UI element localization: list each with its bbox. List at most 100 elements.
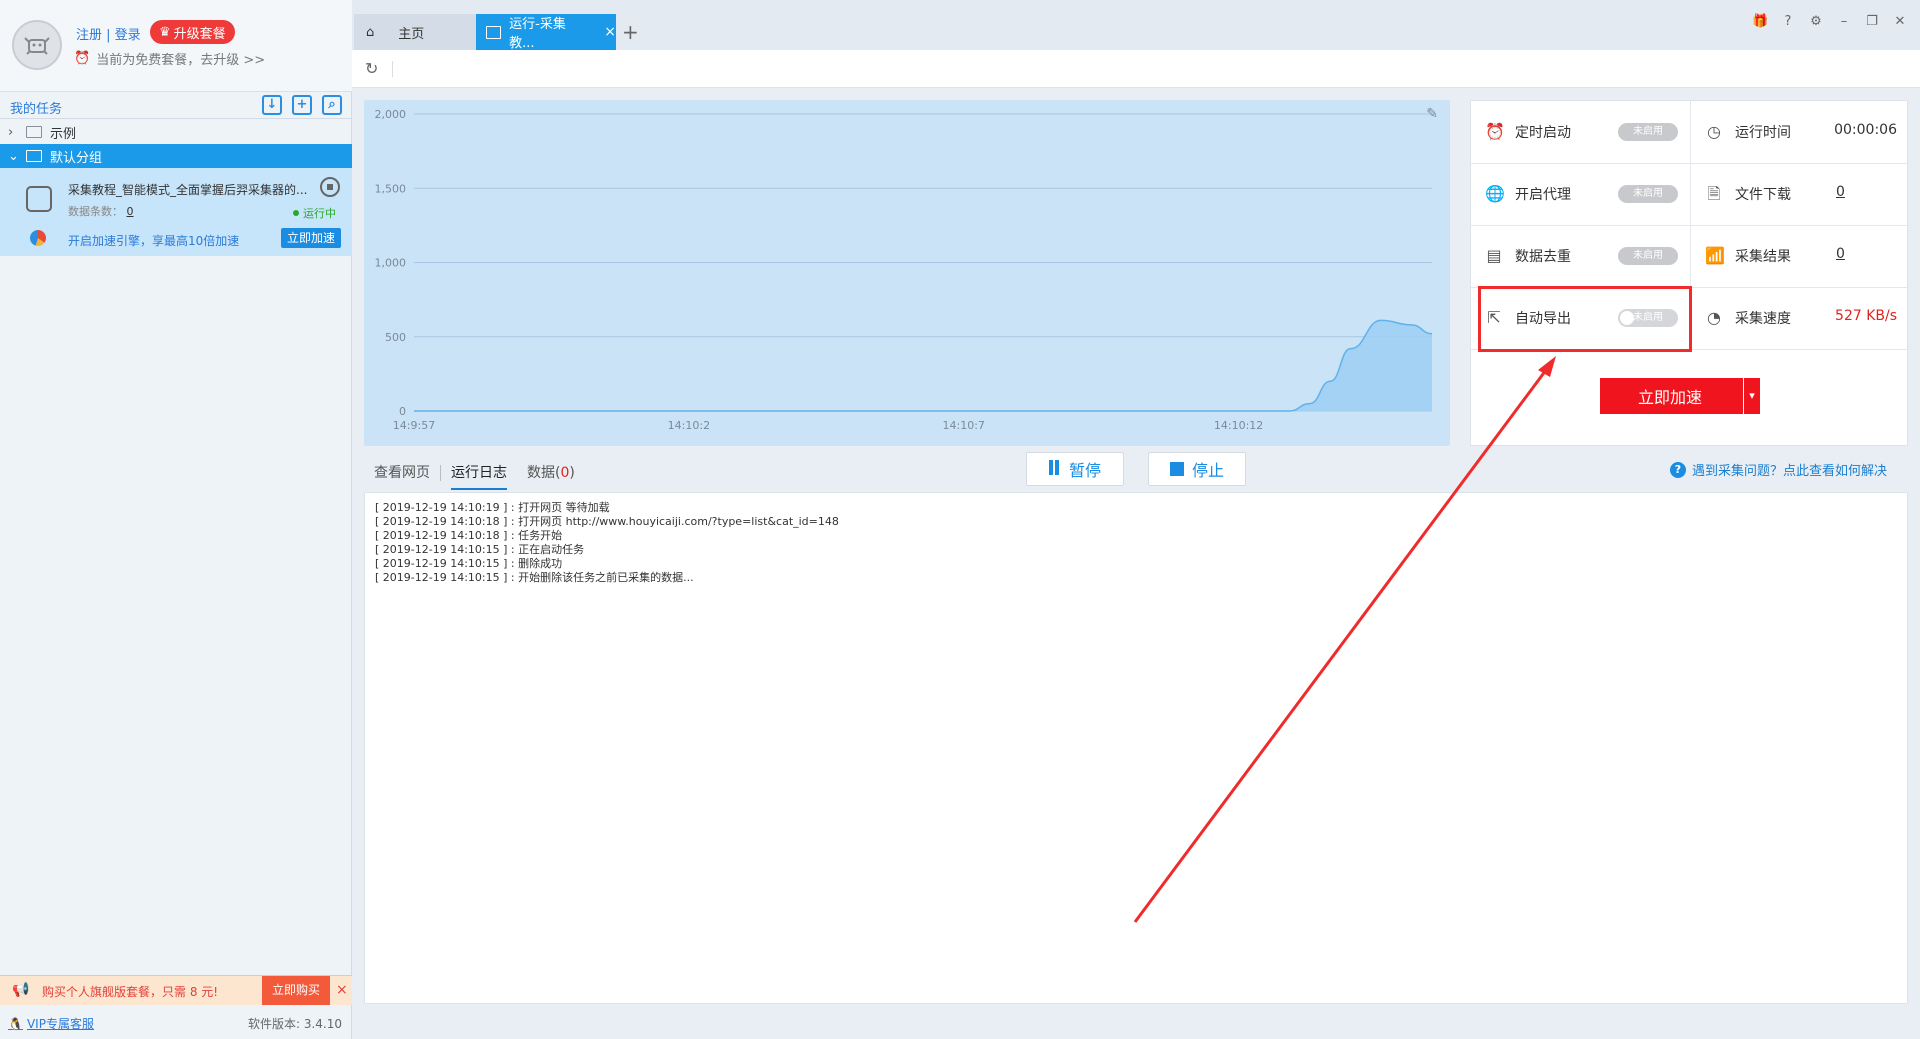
count-value[interactable]: 0 bbox=[127, 205, 134, 218]
chevron-down-icon[interactable]: ▾ bbox=[1743, 378, 1760, 414]
promo-bar: 📢 购买个人旗舰版套餐，只需 8 元! 立即购买 × bbox=[0, 975, 352, 1005]
task-accelerate-button[interactable]: 立即加速 bbox=[281, 228, 342, 248]
speed-promo-text[interactable]: 开启加速引擎，享最高10倍加速 bbox=[68, 232, 239, 249]
tab-view-page[interactable]: 查看网页 bbox=[364, 456, 440, 490]
speed-gauge-icon bbox=[30, 230, 46, 246]
proxy-toggle[interactable]: 未启用 bbox=[1618, 185, 1678, 203]
buy-now-button[interactable]: 立即购买 bbox=[262, 976, 330, 1005]
my-tasks-title: 我的任务 bbox=[10, 102, 63, 117]
chart-svg: 0 500 1,000 1,500 2,000 14:9:57 14:10:2 14:10:7… bbox=[375, 108, 1433, 432]
group-label: 示例 bbox=[50, 126, 77, 142]
status-badge: 运行中 bbox=[293, 205, 336, 221]
tab-bar: ⌂ 主页 运行-采集教... × + 🎁 ? ⚙ – ❐ ✕ bbox=[352, 0, 1920, 51]
y-tick-label: 0 bbox=[399, 405, 406, 418]
pause-label: 暂停 bbox=[1068, 461, 1101, 480]
megaphone-icon: 📢 bbox=[12, 982, 30, 998]
speed-cell: ◔ 采集速度 527 KB/s bbox=[1691, 287, 1909, 349]
tab-label: 主页 bbox=[398, 26, 425, 42]
y-tick-label: 500 bbox=[385, 331, 406, 344]
task-data-count: 数据条数： 0 bbox=[68, 203, 134, 219]
tasks-header: 我的任务 ↓ + ⌕ bbox=[0, 93, 352, 119]
promo-text: 购买个人旗舰版套餐，只需 8 元! bbox=[42, 985, 219, 999]
file-download-value[interactable]: 0 bbox=[1836, 184, 1845, 200]
plan-note[interactable]: ⏰ 当前为免费套餐，去升级 >> bbox=[74, 49, 265, 68]
tab-run-log[interactable]: 运行日志 bbox=[441, 456, 517, 490]
dedupe-cell: ▤ 数据去重 未启用 bbox=[1471, 225, 1690, 287]
accelerate-button[interactable]: 立即加速 ▾ bbox=[1600, 378, 1760, 414]
tasks-toolbar: ↓ + ⌕ bbox=[262, 95, 342, 115]
window-controls: 🎁 ? ⚙ – ❐ ✕ bbox=[1752, 14, 1920, 30]
user-area: 注册 | 登录 ♛ 升级套餐 ⏰ 当前为免费套餐，去升级 >> bbox=[0, 0, 352, 92]
question-icon: ? bbox=[1670, 461, 1686, 478]
group-label: 默认分组 bbox=[50, 150, 103, 166]
tab-run[interactable]: 运行-采集教... × bbox=[476, 14, 616, 51]
help-text: 遇到采集问题？点此查看如何解决 bbox=[1692, 464, 1888, 479]
stop-button[interactable]: 停止 bbox=[1148, 452, 1246, 486]
minimize-icon[interactable]: – bbox=[1836, 14, 1852, 30]
add-tab-button[interactable]: + bbox=[622, 20, 639, 44]
close-window-icon[interactable]: ✕ bbox=[1892, 14, 1908, 30]
y-tick-label: 1,500 bbox=[375, 182, 407, 195]
stop-icon bbox=[1169, 462, 1184, 476]
upgrade-plan-button[interactable]: ♛ 升级套餐 bbox=[150, 20, 235, 44]
run-time-value: 00:00:06 bbox=[1834, 122, 1897, 138]
gear-icon[interactable]: ⚙ bbox=[1808, 14, 1824, 30]
vip-support-link[interactable]: 🐧 VIP专属客服 bbox=[8, 1015, 94, 1032]
log-line: [ 2019-12-19 14:10:18 ] : 打开网页 http://ww… bbox=[375, 515, 839, 528]
tab-home[interactable]: ⌂ 主页 bbox=[354, 14, 476, 50]
help-link[interactable]: ? 遇到采集问题？点此查看如何解决 bbox=[1670, 460, 1887, 479]
status-text: 运行中 bbox=[303, 207, 336, 220]
log-line: [ 2019-12-19 14:10:18 ] : 任务开始 bbox=[375, 529, 563, 542]
upgrade-label: 升级套餐 bbox=[173, 26, 226, 42]
sidebar-footer: 🐧 VIP专属客服 软件版本: 3.4.10 bbox=[0, 1006, 352, 1039]
results-cell: 📶 采集结果 0 bbox=[1691, 225, 1909, 287]
group-default[interactable]: ⌄ 默认分组 bbox=[0, 144, 352, 168]
stop-task-icon[interactable] bbox=[320, 177, 340, 197]
avatar[interactable] bbox=[12, 20, 62, 70]
speed-value: 527 KB/s bbox=[1835, 308, 1897, 324]
log-tabs: 查看网页 运行日志 数据(0) bbox=[364, 456, 585, 490]
tab-data[interactable]: 数据(0) bbox=[517, 456, 585, 490]
alarm-clock-icon: ⏰ bbox=[74, 51, 91, 66]
group-example[interactable]: › 示例 bbox=[0, 120, 352, 144]
address-separator bbox=[392, 61, 393, 77]
new-task-icon[interactable]: + bbox=[292, 95, 312, 115]
close-icon[interactable]: × bbox=[336, 982, 348, 998]
restore-icon[interactable]: ❐ bbox=[1864, 14, 1880, 30]
scheduled-start-label: 定时启动 bbox=[1515, 125, 1571, 141]
robot-icon bbox=[26, 186, 52, 212]
dedupe-toggle[interactable]: 未启用 bbox=[1618, 247, 1678, 265]
task-name: 采集教程_智能模式_全面掌握后羿采集器的... bbox=[68, 183, 308, 197]
log-line: [ 2019-12-19 14:10:15 ] : 删除成功 bbox=[375, 557, 563, 570]
register-login-link[interactable]: 注册 | 登录 bbox=[76, 24, 141, 43]
task-card[interactable]: 采集教程_智能模式_全面掌握后羿采集器的... 数据条数： 0 运行中 开启加速… bbox=[0, 168, 352, 256]
scheduled-start-toggle[interactable]: 未启用 bbox=[1618, 123, 1678, 141]
folder-icon bbox=[26, 150, 42, 162]
proxy-label: 开启代理 bbox=[1515, 187, 1571, 203]
chevron-down-icon: ⌄ bbox=[8, 148, 19, 164]
results-value[interactable]: 0 bbox=[1836, 246, 1845, 262]
search-task-icon[interactable]: ⌕ bbox=[322, 95, 342, 115]
gift-icon[interactable]: 🎁 bbox=[1752, 14, 1768, 30]
tab-label: 运行-采集教... bbox=[509, 17, 566, 51]
stop-label: 停止 bbox=[1191, 461, 1224, 480]
robot-crab-icon bbox=[24, 37, 50, 55]
close-tab-icon[interactable]: × bbox=[604, 24, 616, 40]
refresh-icon[interactable]: ↻ bbox=[365, 60, 383, 78]
address-bar: ↻ bbox=[352, 50, 1920, 88]
folder-icon bbox=[26, 126, 42, 138]
status-dot-icon bbox=[293, 210, 299, 216]
series-line bbox=[414, 319, 1433, 412]
dedupe-icon: ▤ bbox=[1486, 246, 1502, 265]
count-label: 数据条数： bbox=[68, 205, 123, 218]
scheduled-start-cell: ⏰ 定时启动 未启用 bbox=[1471, 101, 1690, 163]
file-icon: 🗎 bbox=[1707, 184, 1721, 203]
vip-label: VIP专属客服 bbox=[26, 1017, 94, 1031]
x-tick-label: 14:10:12 bbox=[1214, 419, 1263, 432]
proxy-cell: 🌐 开启代理 未启用 bbox=[1471, 163, 1690, 225]
pencil-icon[interactable]: ✎ bbox=[1426, 106, 1438, 122]
help-icon[interactable]: ? bbox=[1780, 14, 1796, 30]
accelerate-label: 立即加速 bbox=[1637, 388, 1702, 407]
import-task-icon[interactable]: ↓ bbox=[262, 95, 282, 115]
pause-button[interactable]: 暂停 bbox=[1026, 452, 1124, 486]
